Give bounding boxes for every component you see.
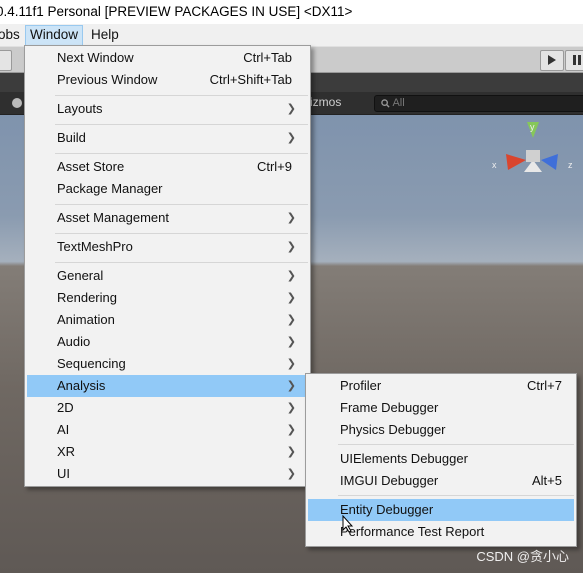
menu-item-physics-debugger[interactable]: Physics Debugger bbox=[308, 419, 574, 441]
label: Animation bbox=[57, 312, 115, 327]
menu-separator bbox=[55, 153, 308, 154]
chevron-right-icon: ❯ bbox=[286, 103, 296, 115]
shortcut: Ctrl+Shift+Tab bbox=[209, 72, 292, 87]
chevron-right-icon: ❯ bbox=[286, 358, 296, 370]
label: Rendering bbox=[57, 290, 117, 305]
shortcut: Ctrl+7 bbox=[526, 378, 562, 393]
menu-item-frame-debugger[interactable]: Frame Debugger bbox=[308, 397, 574, 419]
menu-item-ui[interactable]: UI ❯ bbox=[27, 463, 308, 485]
label: Package Manager bbox=[57, 181, 163, 196]
menu-item-layouts[interactable]: Layouts ❯ bbox=[27, 98, 308, 120]
label: Previous Window bbox=[57, 72, 158, 87]
menu-separator bbox=[338, 444, 574, 445]
gizmos-dropdown[interactable]: izmos bbox=[310, 95, 341, 109]
label: Profiler bbox=[340, 378, 382, 393]
menu-item-asset-store[interactable]: Asset Store Ctrl+9 bbox=[27, 156, 308, 178]
toolbar-left-button[interactable] bbox=[0, 50, 12, 71]
scene-search-input[interactable]: All bbox=[374, 95, 583, 112]
shortcut: Ctrl+9 bbox=[256, 159, 292, 174]
chevron-right-icon: ❯ bbox=[286, 270, 296, 282]
menu-item-analysis[interactable]: Analysis ❯ bbox=[27, 375, 308, 397]
label: Next Window bbox=[57, 50, 134, 65]
menu-item-package-manager[interactable]: Package Manager bbox=[27, 178, 308, 200]
label: Frame Debugger bbox=[340, 400, 439, 415]
label: Physics Debugger bbox=[340, 422, 446, 437]
label: Build bbox=[57, 130, 86, 145]
menu-separator bbox=[55, 233, 308, 234]
menu-item-asset-management[interactable]: Asset Management ❯ bbox=[27, 207, 308, 229]
chevron-right-icon: ❯ bbox=[286, 402, 296, 414]
window-title-bar: 0.4.11f1 Personal [PREVIEW PACKAGES IN U… bbox=[0, 0, 583, 24]
label: General bbox=[57, 268, 104, 283]
menu-item-xr[interactable]: XR ❯ bbox=[27, 441, 308, 463]
menu-item-rendering[interactable]: Rendering ❯ bbox=[27, 287, 308, 309]
label: Layouts bbox=[57, 101, 103, 116]
play-button[interactable] bbox=[540, 50, 564, 71]
window-title: 0.4.11f1 Personal [PREVIEW PACKAGES IN U… bbox=[0, 4, 353, 19]
label: Analysis bbox=[57, 378, 106, 393]
shortcut: Ctrl+Tab bbox=[243, 50, 292, 65]
menu-item-audio[interactable]: Audio ❯ bbox=[27, 331, 308, 353]
menu-item-profiler[interactable]: Profiler Ctrl+7 bbox=[308, 375, 574, 397]
menu-separator bbox=[338, 495, 574, 496]
axis-x-label: x bbox=[492, 160, 497, 170]
chevron-right-icon: ❯ bbox=[286, 468, 296, 480]
pause-button[interactable] bbox=[565, 50, 583, 71]
watermark: CSDN @贪小心 bbox=[476, 549, 569, 564]
label: UIElements Debugger bbox=[340, 451, 468, 466]
window-menu: Next Window Ctrl+Tab Previous Window Ctr… bbox=[24, 45, 311, 487]
menu-item-sequencing[interactable]: Sequencing ❯ bbox=[27, 353, 308, 375]
menu-item-2d[interactable]: 2D ❯ bbox=[27, 397, 308, 419]
menu-item-previous-window[interactable]: Previous Window Ctrl+Shift+Tab bbox=[27, 69, 308, 91]
menu-window[interactable]: Window bbox=[25, 25, 84, 46]
chevron-right-icon: ❯ bbox=[286, 241, 296, 253]
label: IMGUI Debugger bbox=[340, 473, 439, 488]
menu-separator bbox=[55, 204, 308, 205]
menu-item-build[interactable]: Build ❯ bbox=[27, 127, 308, 149]
chevron-right-icon: ❯ bbox=[286, 446, 296, 458]
menu-item-ai[interactable]: AI ❯ bbox=[27, 419, 308, 441]
menu-item-uielements-debugger[interactable]: UIElements Debugger bbox=[308, 448, 574, 470]
chevron-right-icon: ❯ bbox=[286, 212, 296, 224]
label: AI bbox=[57, 422, 70, 437]
menu-item-general[interactable]: General ❯ bbox=[27, 265, 308, 287]
play-icon bbox=[548, 55, 556, 65]
menu-item-next-window[interactable]: Next Window Ctrl+Tab bbox=[27, 47, 308, 69]
shortcut: Alt+5 bbox=[532, 473, 562, 488]
label: XR bbox=[57, 444, 76, 459]
label: Asset Management bbox=[57, 210, 170, 225]
pause-icon bbox=[573, 55, 581, 65]
axis-z-label: z bbox=[568, 160, 573, 170]
search-icon bbox=[381, 98, 390, 108]
label: Sequencing bbox=[57, 356, 126, 371]
orientation-gizmo-icon[interactable]: x y z bbox=[486, 120, 582, 200]
menu-item-imgui-debugger[interactable]: IMGUI Debugger Alt+5 bbox=[308, 470, 574, 492]
chevron-right-icon: ❯ bbox=[286, 336, 296, 348]
label: TextMeshPro bbox=[57, 239, 133, 254]
chevron-right-icon: ❯ bbox=[286, 424, 296, 436]
chevron-right-icon: ❯ bbox=[286, 132, 296, 144]
label: Asset Store bbox=[57, 159, 125, 174]
menu-bar: obs Window Help bbox=[0, 24, 583, 47]
chevron-right-icon: ❯ bbox=[286, 380, 296, 392]
menu-item-textmeshpro[interactable]: TextMeshPro ❯ bbox=[27, 236, 308, 258]
menu-separator bbox=[55, 95, 308, 96]
label: Performance Test Report bbox=[340, 524, 485, 539]
light-icon[interactable] bbox=[10, 96, 24, 110]
label: 2D bbox=[57, 400, 74, 415]
mouse-cursor-icon bbox=[342, 515, 354, 533]
menu-help[interactable]: Help bbox=[87, 25, 123, 44]
menu-separator bbox=[55, 124, 308, 125]
axis-y-label: y bbox=[530, 122, 535, 132]
menu-item-animation[interactable]: Animation ❯ bbox=[27, 309, 308, 331]
chevron-right-icon: ❯ bbox=[286, 292, 296, 304]
label: UI bbox=[57, 466, 70, 481]
search-placeholder: All bbox=[392, 97, 405, 109]
menu-separator bbox=[55, 262, 308, 263]
label: Audio bbox=[57, 334, 91, 349]
chevron-right-icon: ❯ bbox=[286, 314, 296, 326]
menu-prefabs[interactable]: obs bbox=[0, 25, 24, 44]
